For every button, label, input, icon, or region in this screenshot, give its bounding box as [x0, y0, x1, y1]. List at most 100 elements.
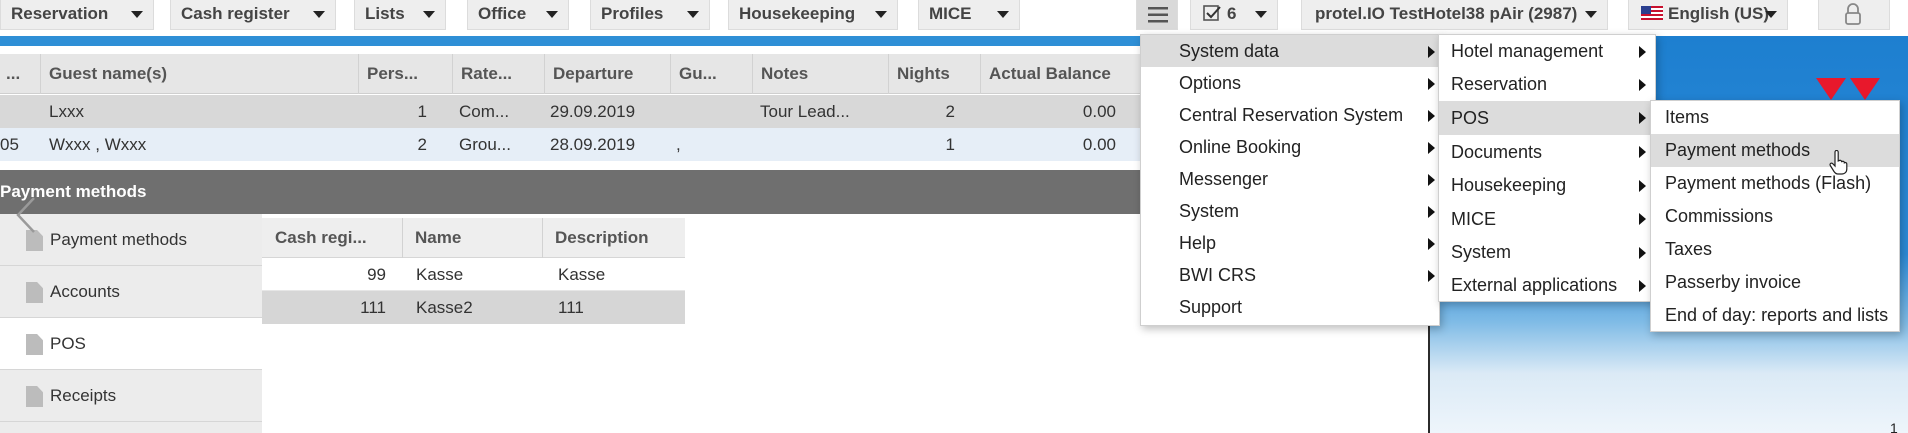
column-header[interactable]: Guest name(s)	[40, 54, 350, 94]
menu-item-bwi-crs[interactable]: BWI CRS	[1141, 259, 1439, 291]
nights-cell: 1	[945, 135, 955, 154]
menu-item-help[interactable]: Help	[1141, 227, 1439, 259]
grid-spacer	[0, 161, 1143, 170]
caret-right-icon	[1639, 213, 1646, 225]
column-header[interactable]: Nights	[888, 54, 988, 94]
menu-item-system[interactable]: System	[1141, 195, 1439, 227]
menu-label: MICE	[929, 4, 972, 23]
menu-item-options[interactable]: Options	[1141, 67, 1439, 99]
hotel-selector[interactable]: protel.IO TestHotel38 pAir (2987)	[1301, 0, 1608, 30]
caret-down-icon	[1255, 11, 1267, 18]
hotel-name: protel.IO TestHotel38 pAir (2987)	[1315, 4, 1578, 23]
menu-label: Lists	[365, 4, 405, 23]
caret-right-icon	[1428, 174, 1435, 186]
menu-item-label: Hotel management	[1451, 41, 1604, 61]
menu-label: Profiles	[601, 4, 664, 23]
table-row[interactable]: 111 Kasse2 111	[262, 291, 685, 324]
menu-item-label: Commissions	[1665, 206, 1774, 226]
system-data-submenu: Hotel management Reservation POS Documen…	[1438, 34, 1656, 302]
menu-reservation[interactable]: Reservation	[0, 0, 154, 30]
column-header[interactable]: Rate...	[452, 54, 536, 94]
menu-item-messenger[interactable]: Messenger	[1141, 163, 1439, 195]
menu-item-label: External applications	[1451, 275, 1618, 295]
menu-item-label: Reservation	[1451, 74, 1548, 94]
us-flag-icon	[1641, 6, 1663, 20]
menu-item-external-applications[interactable]: External applications	[1439, 269, 1655, 302]
menu-item-passerby-invoice[interactable]: Passerby invoice	[1651, 266, 1899, 299]
menu-label: Cash register	[181, 4, 290, 23]
menu-item-label: System data	[1179, 41, 1280, 61]
table-row[interactable]: 05 Wxxx , Wxxx 2 Grou... 28.09.2019 , 1 …	[0, 128, 1143, 161]
menu-item-pos[interactable]: POS	[1439, 101, 1655, 135]
caret-right-icon	[1428, 270, 1435, 282]
lock-button[interactable]	[1818, 0, 1890, 30]
caret-right-icon	[1639, 146, 1646, 158]
menu-item-payment-methods[interactable]: Payment methods	[1651, 134, 1899, 167]
chevron-left-icon[interactable]	[14, 196, 38, 234]
column-header[interactable]: Gu...	[670, 54, 742, 94]
menu-item-end-of-day-reports[interactable]: End of day: reports and lists	[1651, 299, 1899, 332]
menu-item-taxes[interactable]: Taxes	[1651, 233, 1899, 266]
sidebar-item-label: Payment methods	[50, 230, 188, 249]
sidebar-item-receipts[interactable]: Receipts	[0, 370, 262, 422]
menu-lists[interactable]: Lists	[354, 0, 446, 30]
persons-cell: 1	[417, 102, 427, 121]
notes-cell: Tour Lead...	[760, 102, 850, 121]
caret-down-icon	[423, 11, 435, 18]
column-header[interactable]: Notes	[752, 54, 884, 94]
menu-item-payment-methods-flash[interactable]: Payment methods (Flash)	[1651, 167, 1899, 200]
menu-profiles[interactable]: Profiles	[590, 0, 710, 30]
tasks-button[interactable]: 6	[1190, 0, 1278, 30]
menu-item-reservation[interactable]: Reservation	[1439, 68, 1655, 101]
column-header[interactable]: Description	[542, 218, 685, 258]
menu-item-mice[interactable]: MICE	[1439, 202, 1655, 236]
caret-down-icon	[997, 11, 1009, 18]
departure-cell: 29.09.2019	[550, 102, 636, 121]
top-menu-bar: Reservation Cash register Lists Office P…	[0, 0, 1908, 36]
departure-cell: 28.09.2019	[550, 135, 636, 154]
sidebar-item-payment-methods[interactable]: Payment methods	[0, 214, 262, 266]
menu-item-hotel-management[interactable]: Hotel management	[1439, 35, 1655, 68]
settings-sidebar: Payment methods Accounts POS Receipts	[0, 214, 262, 433]
menu-item-central-reservation-system[interactable]: Central Reservation System	[1141, 99, 1439, 131]
register-cell: 99	[367, 265, 386, 284]
menu-office[interactable]: Office	[467, 0, 569, 30]
menu-item-system-data[interactable]: System data	[1141, 35, 1439, 67]
column-header[interactable]: ...	[0, 54, 40, 94]
accent-band	[0, 36, 1143, 46]
menu-item-label: System	[1451, 242, 1512, 262]
menu-item-label: Items	[1665, 107, 1710, 127]
lock-icon	[1845, 3, 1861, 25]
column-header[interactable]: Actual Balance	[980, 54, 1150, 94]
column-header[interactable]: Cash regi...	[262, 218, 402, 258]
persons-cell: 2	[417, 135, 427, 154]
caret-right-icon	[1639, 180, 1646, 192]
column-header[interactable]: Name	[402, 218, 542, 258]
menu-item-documents[interactable]: Documents	[1439, 135, 1655, 169]
payment-methods-grid-header: Cash regi... Name Description	[262, 218, 685, 258]
table-row[interactable]: 99 Kasse Kasse	[262, 258, 685, 291]
menu-item-items[interactable]: Items	[1651, 101, 1899, 134]
menu-item-system[interactable]: System	[1439, 236, 1655, 269]
guest-cell: Wxxx , Wxxx	[49, 135, 147, 154]
column-header[interactable]: Pers...	[358, 54, 446, 94]
caret-right-icon	[1639, 247, 1646, 259]
menu-item-label: Messenger	[1179, 169, 1269, 189]
menu-item-housekeeping[interactable]: Housekeeping	[1439, 169, 1655, 202]
menu-cash-register[interactable]: Cash register	[170, 0, 336, 30]
menu-item-online-booking[interactable]: Online Booking	[1141, 131, 1439, 163]
menu-item-commissions[interactable]: Commissions	[1651, 200, 1899, 233]
language-selector[interactable]: English (US)	[1628, 0, 1788, 30]
guest-cell: Lxxx	[49, 102, 84, 121]
caret-right-icon	[1639, 79, 1646, 91]
column-header[interactable]: Departure	[544, 54, 668, 94]
menu-item-label: Payment methods	[1665, 140, 1811, 160]
hamburger-menu-button[interactable]	[1136, 0, 1178, 30]
sidebar-item-pos[interactable]: POS	[0, 318, 262, 370]
menu-housekeeping[interactable]: Housekeeping	[728, 0, 898, 30]
caret-down-icon	[687, 11, 699, 18]
table-row[interactable]: Lxxx 1 Com... 29.09.2019 Tour Lead... 2 …	[0, 95, 1143, 128]
menu-item-support[interactable]: Support	[1141, 291, 1439, 323]
menu-mice[interactable]: MICE	[918, 0, 1020, 30]
sidebar-item-accounts[interactable]: Accounts	[0, 266, 262, 318]
